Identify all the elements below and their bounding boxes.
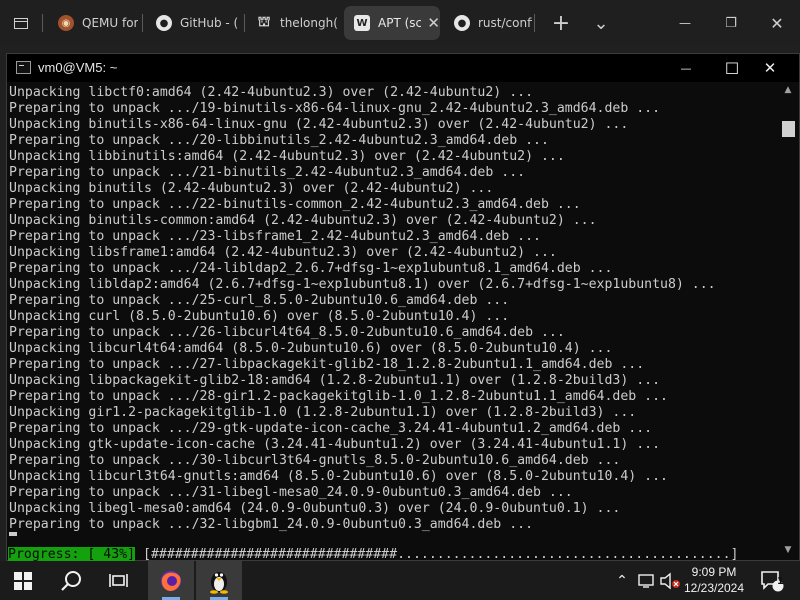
browser-restore-button[interactable]: ❐ bbox=[716, 8, 746, 38]
terminal-title: vm0@VM5: ~ bbox=[38, 60, 118, 75]
terminal-output[interactable]: Unpacking libctf0:amd64 (2.42-4ubuntu2.3… bbox=[8, 85, 776, 563]
browser-minimize-button[interactable]: — bbox=[670, 8, 700, 38]
task-view-button[interactable] bbox=[96, 561, 142, 600]
show-hidden-icons-button[interactable]: ⌃ bbox=[612, 561, 632, 600]
terminal-line: Preparing to unpack .../20-libbinutils_2… bbox=[9, 133, 549, 148]
terminal-line: Unpacking libldap2:amd64 (2.6.7+dfsg-1~e… bbox=[9, 277, 716, 292]
terminal-line: Unpacking curl (8.5.0-2ubuntu10.6) over … bbox=[9, 309, 510, 324]
tab-apt-wikipedia[interactable]: W APT (sc ✕ bbox=[344, 6, 440, 40]
firefox-button[interactable] bbox=[148, 561, 194, 600]
linux-terminal-button[interactable] bbox=[196, 561, 242, 600]
volume-muted-icon bbox=[660, 572, 680, 589]
system-clock[interactable]: 9:09 PM 12/23/2024 bbox=[680, 564, 748, 596]
terminal-line: Preparing to unpack .../29-gtk-update-ic… bbox=[9, 421, 653, 436]
scroll-down-icon[interactable]: ▼ bbox=[781, 545, 795, 555]
tab-label: GitHub - ( bbox=[180, 16, 239, 30]
new-tab-button[interactable]: + bbox=[546, 8, 576, 38]
terminal-line: Unpacking binutils-x86-64-linux-gnu (2.4… bbox=[9, 117, 629, 132]
github-icon: ● bbox=[156, 15, 172, 31]
terminal-line: Unpacking libpackagekit-glib2-18:amd64 (… bbox=[9, 373, 661, 388]
start-button[interactable] bbox=[0, 561, 46, 600]
terminal-line: Preparing to unpack .../23-libsframe1_2.… bbox=[9, 229, 541, 244]
terminal-line: Unpacking gtk-update-icon-cache (3.24.41… bbox=[9, 437, 661, 452]
terminal-line: Preparing to unpack .../31-libegl-mesa0_… bbox=[9, 485, 573, 500]
terminal-icon bbox=[16, 61, 31, 74]
tab-label: rust/confi bbox=[478, 16, 532, 30]
terminal-line: Preparing to unpack .../22-binutils-comm… bbox=[9, 197, 581, 212]
clock-date: 12/23/2024 bbox=[683, 581, 745, 595]
progress-label: Progress: [ 43%] bbox=[8, 547, 136, 562]
terminal-line: Preparing to unpack .../19-binutils-x86-… bbox=[9, 101, 661, 116]
tab-actions-icon[interactable] bbox=[6, 8, 36, 38]
notification-center-button[interactable]: 1 bbox=[754, 561, 790, 600]
terminal-line: Preparing to unpack .../28-gir1.2-packag… bbox=[9, 389, 668, 404]
qemu-icon: ◉ bbox=[58, 15, 74, 31]
tab-github[interactable]: ● GitHub - ( bbox=[146, 6, 242, 40]
tab-thelonghaul[interactable]: ⛫ thelongh( bbox=[246, 6, 340, 40]
terminal-line: Preparing to unpack .../26-libcurl4t64_8… bbox=[9, 325, 565, 340]
tab-label: thelongh( bbox=[280, 16, 338, 30]
text-cursor bbox=[9, 532, 17, 536]
wikipedia-icon: W bbox=[354, 15, 370, 31]
tab-separator bbox=[244, 14, 245, 32]
terminal-line: Unpacking libcurl4t64:amd64 (8.5.0-2ubun… bbox=[9, 341, 613, 356]
search-icon bbox=[61, 570, 81, 591]
tab-separator bbox=[142, 14, 143, 32]
firefox-icon bbox=[161, 570, 181, 591]
terminal-line: Unpacking libctf0:amd64 (2.42-4ubuntu2.3… bbox=[9, 85, 534, 100]
terminal-line: Unpacking libbinutils:amd64 (2.42-4ubunt… bbox=[9, 149, 565, 164]
terminal-title-bar[interactable]: vm0@VM5: ~ — ☐ ✕ bbox=[7, 54, 799, 82]
network-icon bbox=[638, 573, 654, 588]
terminal-line: Preparing to unpack .../21-binutils_2.42… bbox=[9, 165, 526, 180]
terminal-line: Unpacking gir1.2-packagekitglib-1.0 (1.2… bbox=[9, 405, 637, 420]
terminal-line: Unpacking libegl-mesa0:amd64 (24.0.9-0ub… bbox=[9, 501, 621, 516]
terminal-scrollbar[interactable]: ▲ ▼ bbox=[781, 85, 795, 555]
progress-bar: [###############################........… bbox=[143, 547, 739, 562]
clock-time: 9:09 PM bbox=[691, 565, 737, 579]
terminal-minimize-button[interactable]: — bbox=[663, 54, 709, 82]
tab-label: APT (sc bbox=[378, 16, 422, 30]
github-icon: ● bbox=[454, 15, 470, 31]
task-view-icon bbox=[109, 573, 128, 587]
terminal-line: Unpacking binutils-common:amd64 (2.42-4u… bbox=[9, 213, 597, 228]
terminal-line: Unpacking libsframe1:amd64 (2.42-4ubuntu… bbox=[9, 245, 557, 260]
tux-icon bbox=[210, 571, 228, 594]
volume-control[interactable] bbox=[658, 561, 682, 600]
browser-tab-strip: ◉ QEMU for ● GitHub - ( ⛫ thelongh( W AP… bbox=[0, 0, 800, 46]
browser-close-button[interactable]: ✕ bbox=[762, 8, 792, 38]
terminal-line: Preparing to unpack .../30-libcurl3t64-g… bbox=[9, 453, 621, 468]
terminal-line: Preparing to unpack .../24-libldap2_2.6.… bbox=[9, 261, 613, 276]
tab-label: QEMU for bbox=[82, 16, 139, 30]
bank-icon: ⛫ bbox=[257, 14, 271, 30]
network-status[interactable] bbox=[636, 561, 658, 600]
tab-rust-config[interactable]: ● rust/confi bbox=[444, 6, 532, 40]
close-tab-icon[interactable]: ✕ bbox=[427, 14, 440, 32]
terminal-line: Preparing to unpack .../32-libgbm1_24.0.… bbox=[9, 517, 534, 532]
tab-separator bbox=[534, 14, 535, 32]
scrollbar-thumb[interactable] bbox=[782, 121, 795, 137]
tab-qemu[interactable]: ◉ QEMU for bbox=[48, 6, 140, 40]
search-button[interactable] bbox=[48, 561, 94, 600]
notification-count: 1 bbox=[777, 576, 784, 587]
scroll-up-icon[interactable]: ▲ bbox=[781, 85, 795, 95]
terminal-line: Preparing to unpack .../25-curl_8.5.0-2u… bbox=[9, 293, 510, 308]
terminal-line: Unpacking binutils (2.42-4ubuntu2.3) ove… bbox=[9, 181, 494, 196]
terminal-close-button[interactable]: ✕ bbox=[747, 54, 793, 82]
terminal-window: vm0@VM5: ~ — ☐ ✕ Unpacking libctf0:amd64… bbox=[6, 53, 800, 563]
windows-icon bbox=[14, 571, 32, 590]
tab-list-button[interactable]: ⌄ bbox=[586, 8, 616, 38]
tab-separator bbox=[42, 14, 43, 32]
terminal-line: Unpacking libcurl3t64-gnutls:amd64 (8.5.… bbox=[9, 469, 668, 484]
chevron-up-icon: ⌃ bbox=[616, 572, 628, 589]
terminal-line: Preparing to unpack .../27-libpackagekit… bbox=[9, 357, 645, 372]
taskbar: ⌃ 9:09 PM 12/23/2024 1 bbox=[0, 561, 800, 600]
